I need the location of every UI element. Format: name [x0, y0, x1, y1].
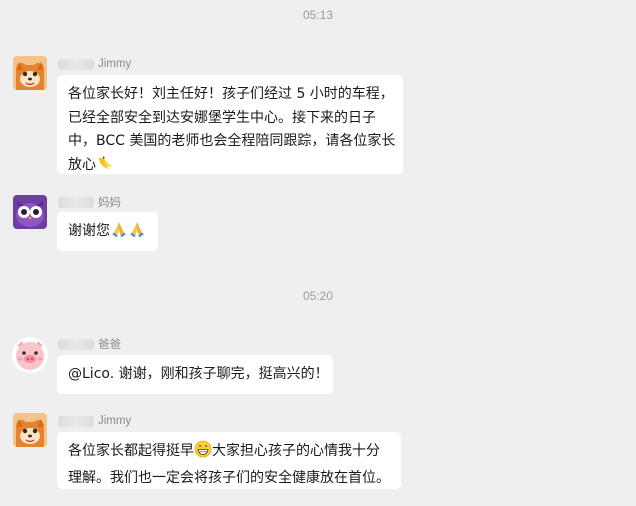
sender-name: 爸爸: [58, 337, 121, 351]
message-text: 大家担心孩子的心情我十分: [212, 443, 380, 459]
sender-name: Jimmy: [58, 57, 131, 71]
praying-hands-icon: [128, 220, 146, 247]
blurred-name: [58, 338, 94, 350]
avatar-owl[interactable]: [13, 195, 47, 229]
message-line: 各位家长好！刘主任好！孩子们经过 5 小时的车程，: [68, 86, 394, 102]
message-line: 已经全部安全到达安娜堡学生中心。接下来的日子: [68, 109, 376, 126]
message-bubble[interactable]: 各位家长都起得挺早 大家担心孩子的心情我十分 理解。我们也一定会将孩子们的安全健康…: [57, 432, 401, 489]
blurred-name: [58, 58, 94, 70]
message-line-last: 放心: [68, 154, 392, 181]
message-line: 谢谢您: [68, 220, 147, 247]
sender-name: Jimmy: [58, 414, 131, 428]
avatar-fox[interactable]: [13, 56, 47, 90]
message-line: 各位家长都起得挺早 大家担心孩子的心情我十分: [68, 440, 390, 467]
blurred-name: [58, 196, 94, 208]
grinning-face-icon: [194, 440, 212, 467]
sender-label: Jimmy: [98, 415, 132, 427]
message-text: 放心: [68, 156, 96, 173]
avatar-fox[interactable]: [13, 413, 47, 447]
timestamp: 05:20: [302, 289, 334, 303]
sender-label: Jimmy: [98, 58, 132, 70]
sender-label: 妈妈: [98, 197, 121, 209]
banana-icon: [96, 154, 114, 181]
message-bubble[interactable]: 谢谢您: [57, 212, 158, 251]
sender-name: 妈妈: [58, 195, 121, 209]
message-text: 各位家长都起得挺早: [68, 443, 194, 459]
blurred-name: [58, 415, 94, 427]
praying-hands-icon: [110, 220, 128, 247]
avatar-pig[interactable]: [12, 337, 48, 373]
message-bubble[interactable]: 各位家长好！刘主任好！孩子们经过 5 小时的车程， 已经全部安全到达安娜堡学生中…: [57, 75, 403, 174]
timestamp: 05:13: [302, 8, 334, 22]
message-line: 理解。我们也一定会将孩子们的安全健康放在首位。: [68, 469, 390, 486]
message-line: 中，BCC 美国的老师也会全程陪同跟踪，请各位家长: [68, 133, 396, 149]
message-bubble[interactable]: @Lico. 谢谢，刚和孩子聊完，挺高兴的！: [57, 355, 333, 394]
message-line: @Lico. 谢谢，刚和孩子聊完，挺高兴的！: [68, 366, 329, 382]
sender-label: 爸爸: [98, 339, 121, 351]
message-text: 谢谢您: [68, 223, 110, 239]
